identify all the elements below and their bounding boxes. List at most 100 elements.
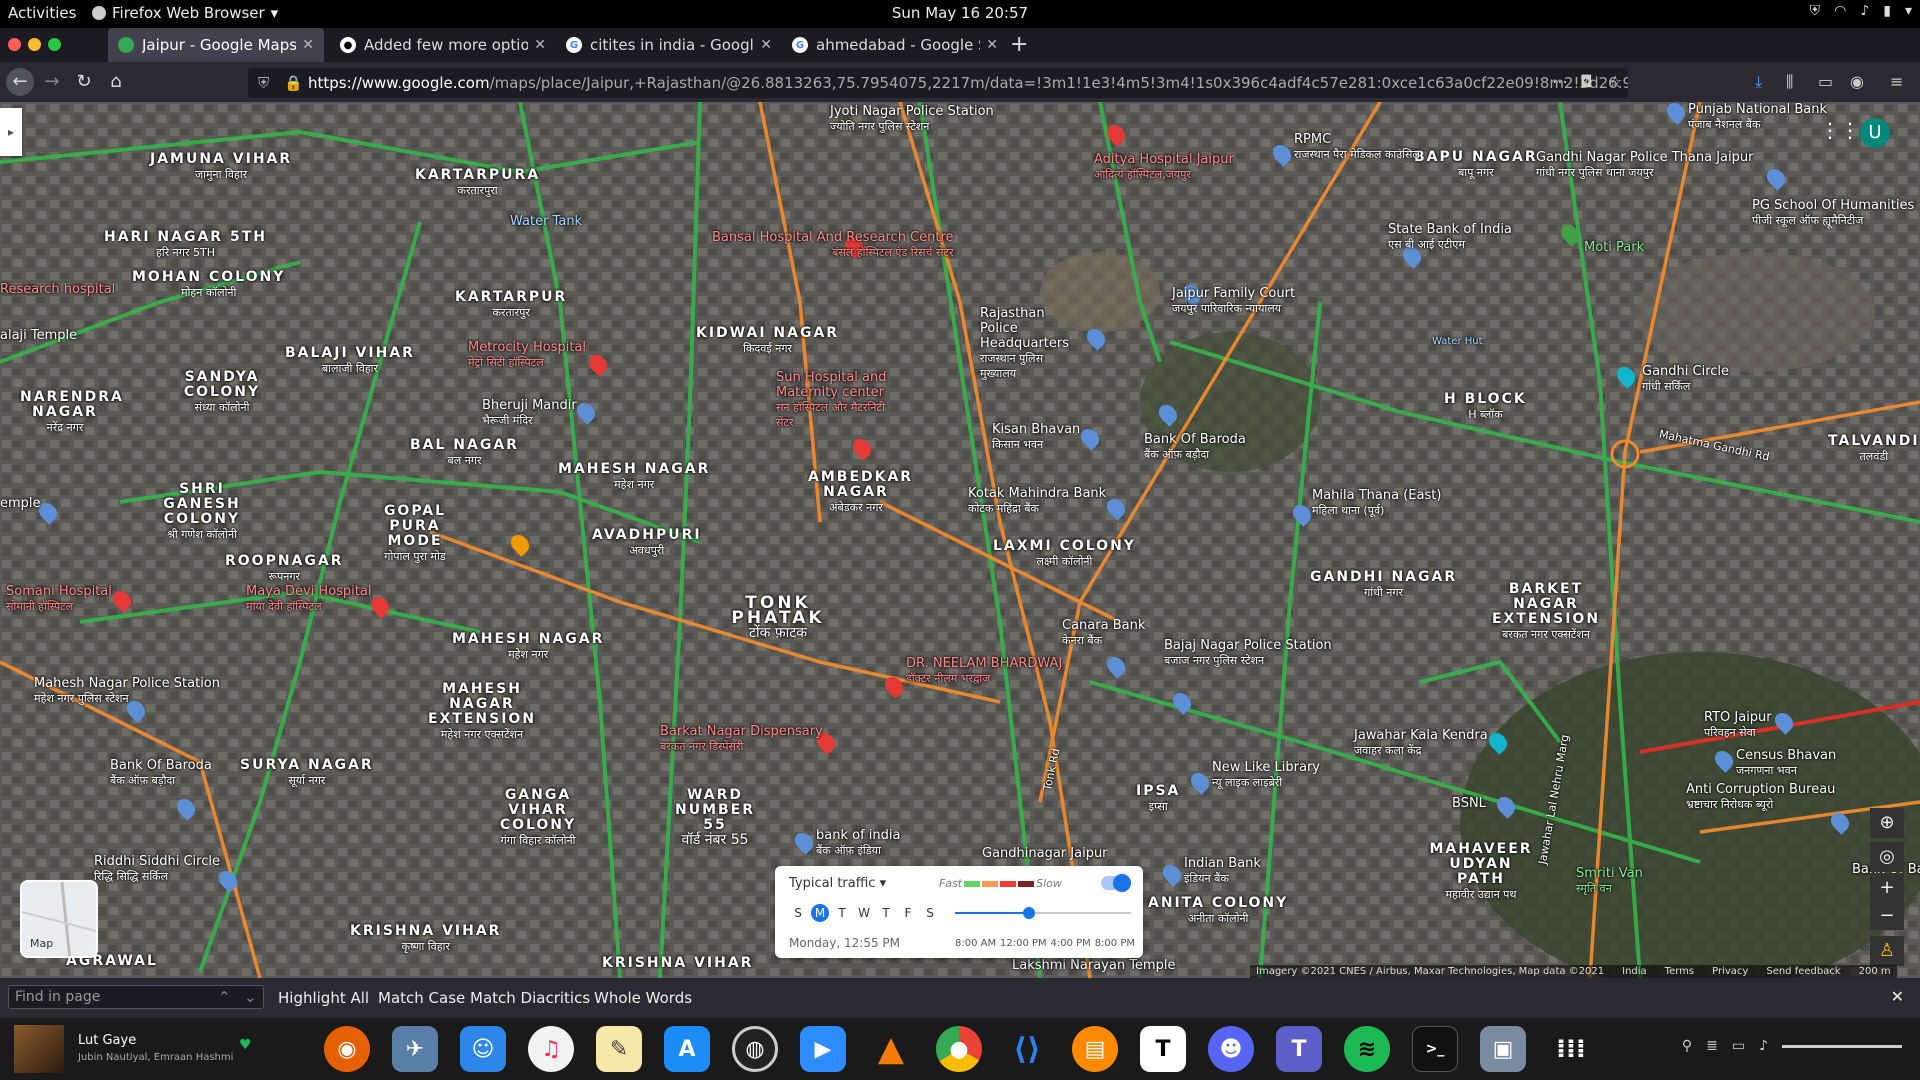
poi-label[interactable]: Bank Of Baroda बैंक ऑफ़ बड़ौदा [1144, 432, 1246, 462]
battery-icon[interactable]: ▮ [1883, 3, 1891, 19]
poi-label[interactable]: Mahesh Nagar Police Station महेश नगर पुलि… [34, 676, 220, 706]
poi-label[interactable]: Jaipur Family Court जयपुर पारिवारिक न्याय… [1172, 286, 1295, 316]
poi-label[interactable]: Moti Park [1584, 240, 1644, 255]
region-link[interactable]: India [1622, 965, 1647, 978]
poi-label[interactable]: Kisan Bhavan किसान भवन [992, 422, 1080, 452]
chevron-down-icon[interactable]: ▾ [1905, 3, 1912, 19]
match-case-checkbox[interactable]: Match Case [378, 989, 465, 1007]
day-monday[interactable]: M [811, 904, 829, 922]
whole-words-checkbox[interactable]: Whole Words [594, 989, 692, 1007]
find-next-icon[interactable]: ⌄ [244, 988, 257, 1006]
close-icon[interactable]: ✕ [986, 37, 998, 53]
traffic-toggle[interactable] [1101, 874, 1131, 892]
playlist-icon[interactable]: ≣ [1706, 1038, 1718, 1054]
pegman-icon[interactable]: ♙ [1870, 936, 1904, 966]
poi-label[interactable]: Bheruji Mandir भैरूजी मंदिर [482, 398, 577, 428]
slider-knob[interactable] [1022, 907, 1035, 919]
poi-label[interactable]: Anti Corruption Bureau भ्रष्टाचार निरोधक … [1686, 782, 1835, 812]
poi-label[interactable]: Bansal Hospital And Research Centre बंसल … [712, 230, 954, 260]
discord-icon[interactable]: ☻ [1208, 1026, 1254, 1072]
poi-label[interactable]: Somani Hospital सोमानी हॉस्पिटल [6, 584, 112, 614]
firefox-icon[interactable]: ◉ [324, 1026, 370, 1072]
obs-icon[interactable]: ◍ [732, 1026, 778, 1072]
finder-icon[interactable]: ☺ [460, 1026, 506, 1072]
spotify-icon[interactable]: ≋ [1344, 1026, 1390, 1072]
activities-button[interactable]: Activities [8, 4, 76, 22]
day-friday[interactable]: F [899, 904, 917, 922]
poi-label[interactable]: Water Hut [1432, 334, 1483, 349]
teams-icon[interactable]: T [1276, 1026, 1322, 1072]
highlight-all-checkbox[interactable]: Highlight All [278, 989, 369, 1007]
poi-label[interactable]: bank of india बैंक ऑफ़ इंडिया [816, 828, 900, 858]
tab-ahmedabad[interactable]: G ahmedabad - Google Sea ✕ [782, 28, 1008, 62]
poi-label[interactable]: Punjab National Bank पंजाब नैशनल बैंक [1688, 102, 1827, 132]
poi-label[interactable]: RPMC राजस्थान पैरा मेडिकल काउंसिल [1294, 132, 1420, 162]
system-tray[interactable]: ⛨ ◠ ♪ ▮ ▾ [1810, 3, 1912, 19]
poi-label[interactable]: Bank Of Baroda बैंक ऑफ़ बड़ौदा [110, 758, 212, 788]
poi-label[interactable]: Smriti Van स्मृति वन [1576, 866, 1643, 896]
time-slider[interactable] [955, 907, 1131, 919]
google-apps-icon[interactable]: ⋮⋮⋮ [1820, 118, 1880, 142]
poi-label[interactable]: Lakshmi Narayan Temple [1012, 958, 1175, 973]
poi-label[interactable]: Census Bhavan जनगणना भवन [1736, 748, 1836, 778]
clock[interactable]: Sun May 16 20:57 [0, 4, 1920, 22]
new-tab-button[interactable]: + [1010, 32, 1028, 57]
vlc-icon[interactable]: ▲ [868, 1026, 914, 1072]
poi-label[interactable]: Jyoti Nagar Police Station ज्योति नगर पुल… [830, 104, 994, 134]
day-wednesday[interactable]: W [855, 904, 873, 922]
sidebar-icon[interactable]: ▭ [1818, 72, 1833, 91]
terminal-icon[interactable]: >_ [1412, 1026, 1458, 1072]
tab-jaipur-maps[interactable]: Jaipur - Google Maps ✕ [108, 28, 324, 62]
back-button[interactable]: ← [6, 68, 34, 96]
mail-icon[interactable]: ✈ [392, 1026, 438, 1072]
poi-label[interactable]: alaji Temple [0, 328, 77, 343]
traffic-mode-dropdown[interactable]: Typical traffic ▾ [789, 876, 886, 891]
menu-icon[interactable]: ≡ [1890, 72, 1903, 91]
close-icon[interactable]: ✕ [302, 37, 314, 53]
music-icon[interactable]: ♫ [528, 1026, 574, 1072]
poi-label[interactable]: Gandhinagar Jaipur [982, 846, 1108, 861]
poi-label[interactable]: PG School Of Humanities पीजी स्कूल ऑफ ह्य… [1752, 198, 1914, 228]
poi-label[interactable]: Mahila Thana (East) महिला थाना (पूर्व) [1312, 488, 1441, 518]
vscode-icon[interactable]: ⟨⟩ [1004, 1026, 1050, 1072]
poi-label[interactable]: New Like Library न्यू लाइक लाइब्रेरी [1212, 760, 1320, 790]
tab-github[interactable]: ● Added few more options ✕ [330, 28, 556, 62]
poi-label[interactable]: Metrocity Hospital मेट्रो सिटी हॉस्पिटल [468, 340, 586, 370]
poi-label[interactable]: emple [0, 496, 41, 511]
minimize-window-button[interactable] [28, 38, 41, 51]
poi-label[interactable]: Barkat Nagar Dispensary बरकत नगर डिस्पेंस… [660, 724, 823, 754]
close-window-button[interactable] [8, 38, 21, 51]
preview-icon[interactable]: ▣ [1480, 1026, 1526, 1072]
poi-label[interactable]: Kotak Mahindra Bank कोटक महिंद्रा बैंक [968, 486, 1106, 516]
close-icon[interactable]: ✕ [534, 37, 546, 53]
poi-label[interactable]: DR. NEELAM BHARDWAJ डॉक्टर नीलम भरद्वाज [906, 656, 1062, 686]
pin-icon[interactable]: ⚲ [1682, 1038, 1692, 1054]
notes-icon[interactable]: ✎ [596, 1026, 642, 1072]
poi-label[interactable]: State Bank of India एस बी आई एटीएम [1388, 222, 1512, 252]
satellite-map[interactable]: JAMUNA VIHAR जामुना विहार KARTARPURA करतार… [0, 102, 1920, 978]
poi-label[interactable]: Gandhi Circle गांधी सर्किल [1642, 364, 1729, 394]
more-actions-icon[interactable]: ⋯ [1552, 72, 1568, 91]
home-button[interactable]: ⌂ [102, 68, 130, 96]
close-icon[interactable]: ✕ [760, 37, 772, 53]
app-store-icon[interactable]: A [664, 1026, 710, 1072]
poi-label[interactable]: Riddhi Siddhi Circle रिद्धि सिद्धि सर्किल [94, 854, 220, 884]
shield-icon[interactable]: ⛨ [1810, 3, 1821, 19]
tracking-protection-icon[interactable]: ⛨ [258, 68, 269, 98]
url-bar[interactable]: ⛨ 🔒 https://www.google.com/maps/place/Ja… [248, 68, 1628, 98]
my-location-icon[interactable]: ◎ [1870, 842, 1904, 872]
poi-label[interactable]: Maya Devi Hospital माया देवी हॉस्पिटल [246, 584, 371, 614]
avatar[interactable]: U [1860, 118, 1890, 148]
poi-label[interactable]: Water Tank [510, 214, 582, 229]
chrome-icon[interactable]: ● [936, 1026, 982, 1072]
volume-icon[interactable]: ♪ [1860, 3, 1869, 19]
app-grid-icon[interactable]: ⁞⁞⁞ [1548, 1026, 1594, 1072]
account-icon[interactable]: ◉ [1850, 72, 1864, 91]
day-saturday[interactable]: S [921, 904, 939, 922]
bookmark-star-icon[interactable]: ☆ [1608, 72, 1622, 91]
reload-button[interactable]: ↻ [70, 68, 98, 96]
globe-icon[interactable]: ⊕ [1870, 808, 1904, 838]
zoom-out-button[interactable]: − [1870, 902, 1904, 930]
pocket-icon[interactable]: ◘ [1580, 72, 1593, 91]
layers-toggle[interactable]: Map [20, 880, 98, 958]
